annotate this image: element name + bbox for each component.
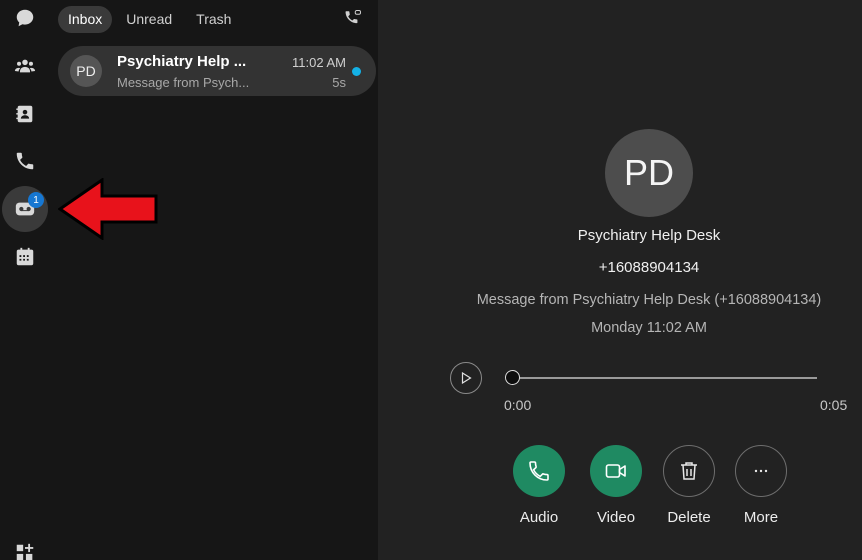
red-arrow-annotation bbox=[58, 178, 158, 240]
rail-apps-button[interactable] bbox=[2, 530, 48, 560]
play-icon bbox=[461, 372, 472, 384]
rail-contacts-button[interactable] bbox=[2, 91, 48, 137]
left-rail: 1 bbox=[0, 0, 50, 560]
message-preview: Message from Psych... bbox=[117, 75, 250, 90]
call-voicemail-icon bbox=[345, 10, 361, 24]
chat-icon bbox=[16, 9, 34, 27]
voicemail-datetime: Monday 11:02 AM bbox=[591, 320, 707, 336]
more-icon bbox=[754, 469, 768, 473]
rail-calendar-button[interactable] bbox=[2, 234, 48, 280]
audio-label: Audio bbox=[519, 509, 559, 526]
voicemail-title: Message from Psychiatry Help Desk (+1608… bbox=[476, 292, 822, 308]
tab-trash[interactable]: Trash bbox=[186, 6, 241, 33]
tab-unread[interactable]: Unread bbox=[116, 6, 182, 33]
play-button[interactable] bbox=[450, 362, 482, 394]
more-label: More bbox=[743, 509, 779, 526]
video-label: Video bbox=[596, 509, 636, 526]
audio-call-button[interactable]: Audio bbox=[509, 445, 569, 526]
caller-name: Psychiatry Help ... bbox=[117, 53, 247, 70]
playback-total-time: 0:05 bbox=[820, 397, 848, 413]
phone-icon bbox=[16, 152, 34, 170]
voicemail-tabs: Inbox Unread Trash bbox=[58, 6, 241, 33]
playback-scrubber[interactable] bbox=[505, 370, 520, 385]
avatar: PD bbox=[70, 55, 102, 87]
caller-name-detail: Psychiatry Help Desk bbox=[577, 227, 721, 244]
video-icon bbox=[605, 464, 626, 478]
more-button[interactable]: More bbox=[731, 445, 791, 526]
message-time: 11:02 AM bbox=[292, 55, 346, 70]
phone-icon bbox=[529, 461, 549, 481]
delete-button[interactable]: Delete bbox=[659, 445, 719, 526]
voicemail-badge: 1 bbox=[28, 192, 44, 208]
trash-icon bbox=[681, 462, 697, 480]
contacts-icon bbox=[16, 105, 33, 123]
playback-current-time: 0:00 bbox=[504, 397, 532, 413]
voicemail-list-panel: Inbox Unread Trash PD Psychiatry Help ..… bbox=[50, 0, 378, 560]
playback-track[interactable] bbox=[512, 377, 817, 379]
video-call-button[interactable]: Video bbox=[586, 445, 646, 526]
voicemail-list-item[interactable]: PD Psychiatry Help ... Message from Psyc… bbox=[58, 46, 376, 96]
rail-chat-button[interactable] bbox=[2, 0, 48, 41]
calendar-icon bbox=[16, 247, 34, 266]
voicemail-detail-panel: PD Psychiatry Help Desk +16088904134 Mes… bbox=[378, 0, 862, 560]
message-duration: 5s bbox=[332, 75, 346, 90]
rail-calls-button[interactable] bbox=[2, 138, 48, 184]
unread-indicator bbox=[352, 67, 361, 76]
tab-inbox[interactable]: Inbox bbox=[58, 6, 113, 33]
delete-label: Delete bbox=[667, 509, 711, 526]
voicemail-settings-button[interactable] bbox=[344, 9, 364, 29]
apps-add-icon bbox=[16, 543, 34, 560]
rail-voicemail-button[interactable]: 1 bbox=[2, 186, 48, 232]
caller-number: +16088904134 bbox=[598, 259, 700, 276]
caller-avatar: PD bbox=[605, 129, 693, 217]
rail-teams-button[interactable] bbox=[2, 43, 48, 89]
teams-icon bbox=[14, 59, 36, 73]
